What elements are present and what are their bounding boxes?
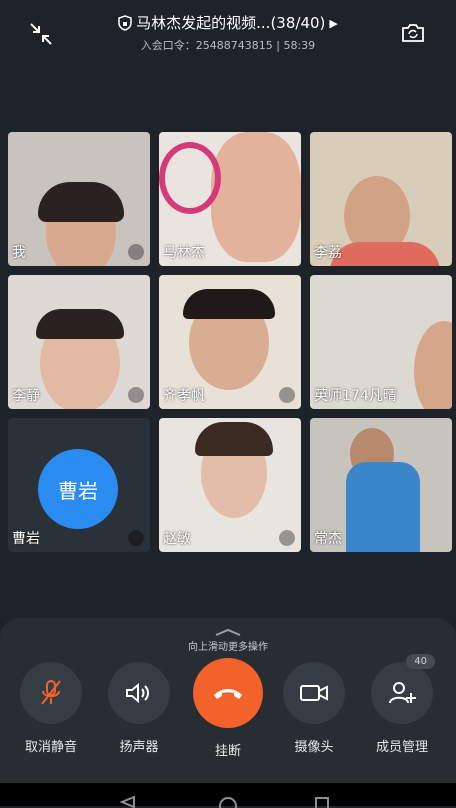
participant-name: 曹岩 <box>12 531 40 547</box>
mic-muted-icon <box>128 244 144 260</box>
switch-camera-icon[interactable] <box>400 21 426 45</box>
mic-muted-icon <box>279 387 295 403</box>
unmute-button-circle[interactable] <box>20 662 82 724</box>
video-tile[interactable]: 李荔 <box>310 132 452 266</box>
unmute-label: 取消静音 <box>24 740 77 755</box>
hangup-button-circle[interactable] <box>193 658 263 728</box>
shirt <box>330 242 440 266</box>
control-panel: 向上滑动更多操作 取消静音 扬声器 挂断 摄像头 40 成员管理 <box>0 618 456 806</box>
video-tile[interactable]: 赵敏 <box>159 418 301 552</box>
video-tile[interactable]: 我 <box>8 132 150 266</box>
home-icon[interactable] <box>218 796 238 808</box>
speaker-label: 扬声器 <box>119 740 159 755</box>
mic-muted-icon <box>279 530 295 546</box>
participant-video <box>414 321 452 409</box>
participant-name: 李荔 <box>314 245 342 261</box>
meeting-code: 入会口令：25488743815 | 58:39 <box>140 39 316 52</box>
hair <box>36 309 124 339</box>
decoration <box>159 142 221 214</box>
hangup-icon <box>214 689 242 699</box>
video-tile[interactable]: 常杰 <box>310 418 452 552</box>
hangup-label: 挂断 <box>214 744 241 759</box>
member-management-button-circle[interactable] <box>371 662 433 724</box>
camera-label: 摄像头 <box>294 740 334 755</box>
speaker-button[interactable]: 扬声器 <box>94 662 184 755</box>
mic-muted-icon <box>128 530 144 546</box>
shield-lock-icon <box>118 15 132 31</box>
participant-name: 我 <box>12 245 26 261</box>
mic-off-icon <box>41 680 61 705</box>
mic-muted-icon <box>128 387 144 403</box>
add-member-icon <box>389 682 416 704</box>
video-tile[interactable]: 英师174凡晴 <box>310 275 452 409</box>
top-bar: 马林杰发起的视频...(38/40) ▶ 入会口令：25488743815 | 5… <box>0 0 456 60</box>
hangup-button[interactable]: 挂断 <box>183 658 273 759</box>
camera-icon <box>300 685 328 701</box>
system-nav-bar <box>0 783 456 808</box>
video-tile[interactable]: 李静 <box>8 275 150 409</box>
participant-video <box>211 132 301 262</box>
avatar: 曹岩 <box>38 449 118 529</box>
speaker-icon <box>126 682 149 704</box>
participant-name: 齐孝帆 <box>163 388 205 404</box>
member-management-button[interactable]: 40 成员管理 <box>357 654 447 755</box>
video-tile[interactable]: 曹岩 曹岩 <box>8 418 150 552</box>
camera-button-circle[interactable] <box>283 662 345 724</box>
camera-button[interactable]: 摄像头 <box>269 662 359 755</box>
participant-name: 李静 <box>12 388 40 404</box>
video-tile[interactable]: 齐孝帆 <box>159 275 301 409</box>
participant-name: 马林杰 <box>163 245 205 261</box>
unmute-button[interactable]: 取消静音 <box>6 662 96 755</box>
member-management-label: 成员管理 <box>375 740 428 755</box>
participant-name: 英师174凡晴 <box>314 388 397 404</box>
participant-name: 常杰 <box>314 531 342 547</box>
hair <box>38 182 124 222</box>
drag-handle-icon[interactable] <box>214 628 242 636</box>
speaker-button-circle[interactable] <box>108 662 170 724</box>
meeting-title-row[interactable]: 马林杰发起的视频...(38/40) ▶ <box>0 12 456 33</box>
play-icon: ▶ <box>329 17 338 30</box>
meeting-title: 马林杰发起的视频...(38/40) <box>136 14 326 32</box>
hair <box>195 422 273 456</box>
video-tile[interactable]: 马林杰 <box>159 132 301 266</box>
hair <box>183 289 275 319</box>
participant-name: 赵敏 <box>163 531 191 547</box>
recents-icon[interactable] <box>314 796 330 808</box>
swipe-hint: 向上滑动更多操作 <box>188 642 268 653</box>
member-count-badge: 40 <box>406 654 435 669</box>
shirt <box>346 462 420 552</box>
back-icon[interactable] <box>120 796 136 808</box>
